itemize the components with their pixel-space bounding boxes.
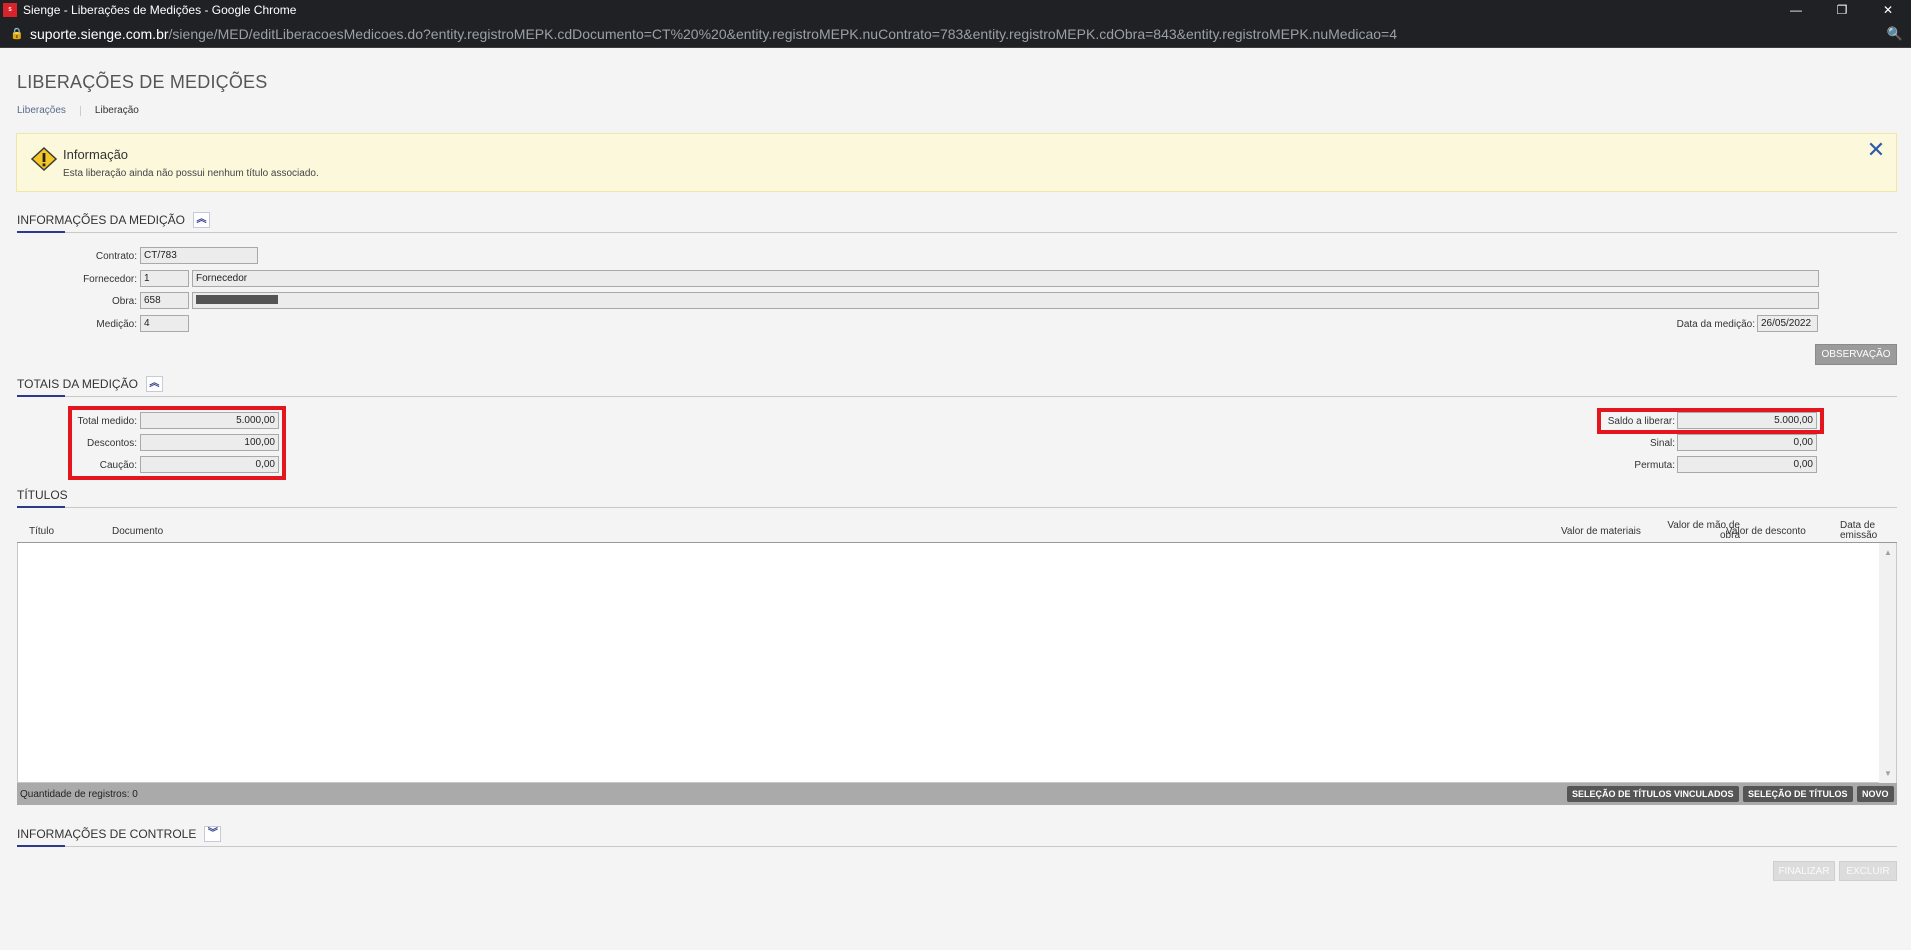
total-medido-field[interactable]: 5.000,00 (140, 412, 279, 429)
breadcrumb: Liberações Liberação (17, 105, 139, 116)
lock-icon: 🔒 (10, 28, 24, 40)
col-documento[interactable]: Documento (112, 527, 163, 537)
fornecedor-label: Fornecedor: (83, 274, 137, 285)
caucao-label: Caução: (99, 460, 137, 471)
titles-table-body[interactable]: ▲ ▼ (17, 543, 1897, 783)
window-title: Sienge - Liberações de Medições - Google… (23, 3, 297, 17)
col-data-emissao[interactable]: Data de emissão (1840, 521, 1877, 541)
total-medido-label: Total medido: (77, 416, 137, 427)
fornecedor-name-field[interactable]: Fornecedor (192, 270, 1819, 287)
alert-title: Informação (63, 147, 129, 162)
selecao-titulos-button[interactable]: SELEÇÃO DE TÍTULOS (1743, 786, 1853, 802)
section-divider (17, 506, 1897, 508)
fornecedor-code-field[interactable]: 1 (140, 270, 189, 287)
totals-section-title: TOTAIS DA MEDIÇÃO (17, 377, 138, 391)
finalizar-button[interactable]: FINALIZAR (1773, 861, 1835, 881)
descontos-label: Descontos: (86, 438, 137, 449)
url-text[interactable]: suporte.sienge.com.br/sienge/MED/editLib… (30, 26, 1397, 42)
col-valor-materiais[interactable]: Valor de materiais (1561, 527, 1641, 537)
url-host: suporte.sienge.com.br (30, 25, 169, 42)
obra-code-field[interactable]: 658 (140, 292, 189, 309)
sinal-label: Sinal: (1649, 438, 1675, 449)
titles-table-footer: Quantidade de registros: 0 SELEÇÃO DE TÍ… (17, 783, 1897, 805)
totals-section-header: TOTAIS DA MEDIÇÃO ︽ (17, 376, 163, 392)
permuta-label: Permuta: (1634, 460, 1675, 471)
saldo-field[interactable]: 5.000,00 (1677, 412, 1817, 429)
col-titulo[interactable]: Título (29, 527, 54, 537)
selecao-titulos-vinculados-button[interactable]: SELEÇÃO DE TÍTULOS VINCULADOS (1567, 786, 1739, 802)
close-window-button[interactable]: ✕ (1865, 0, 1911, 20)
expand-control-button[interactable]: ︾ (204, 826, 222, 842)
info-section-header: INFORMAÇÕES DA MEDIÇÃO ︽ (17, 212, 211, 228)
obra-name-field[interactable] (192, 292, 1819, 309)
browser-titlebar: S Sienge - Liberações de Medições - Goog… (0, 0, 1911, 20)
window-controls: — ❐ ✕ (1773, 0, 1911, 20)
titles-section-title: TÍTULOS (17, 488, 68, 502)
url-path: /sienge/MED/editLiberacoesMedicoes.do?en… (168, 25, 1398, 42)
contrato-label: Contrato: (95, 251, 137, 262)
sinal-field[interactable]: 0,00 (1677, 434, 1817, 451)
redacted-block (196, 294, 278, 304)
section-divider (17, 845, 1897, 847)
titles-section-header: TÍTULOS (17, 488, 68, 502)
novo-button[interactable]: NOVO (1857, 786, 1894, 802)
permuta-field[interactable]: 0,00 (1677, 456, 1817, 473)
col-data-emissao-line2: emissão (1840, 530, 1878, 541)
scroll-down-icon[interactable]: ▼ (1884, 769, 1892, 778)
data-medicao-label: Data da medição: (1676, 319, 1755, 330)
contrato-field[interactable]: CT/783 (140, 247, 258, 264)
restore-button[interactable]: ❐ (1819, 0, 1865, 20)
descontos-field[interactable]: 100,00 (140, 434, 279, 451)
medicao-field[interactable]: 4 (140, 315, 189, 332)
zoom-icon[interactable]: 🔍 (1887, 26, 1903, 42)
alert-text: Esta liberação ainda não possui nenhum t… (63, 168, 319, 179)
page-title: LIBERAÇÕES DE MEDIÇÕES (17, 72, 268, 92)
scroll-up-icon[interactable]: ▲ (1884, 548, 1892, 557)
excluir-button[interactable]: EXCLUIR (1839, 861, 1897, 881)
info-alert: Informação Esta liberação ainda não poss… (16, 133, 1897, 192)
info-section-title: INFORMAÇÕES DA MEDIÇÃO (17, 213, 186, 227)
saldo-label: Saldo a liberar: (1607, 416, 1675, 427)
record-count: Quantidade de registros: 0 (20, 789, 138, 800)
sienge-logo-icon: S (3, 3, 17, 17)
collapse-info-button[interactable]: ︽ (193, 212, 211, 228)
control-section-header: INFORMAÇÕES DE CONTROLE ︾ (17, 826, 222, 842)
collapse-totals-button[interactable]: ︽ (145, 376, 163, 392)
address-bar[interactable]: 🔒 suporte.sienge.com.br/sienge/MED/editL… (0, 20, 1911, 48)
breadcrumb-separator (79, 105, 81, 116)
titles-table-header: Título Documento Valor de materiais Valo… (17, 520, 1897, 543)
table-scrollbar[interactable]: ▲ ▼ (1879, 543, 1896, 783)
control-section-title: INFORMAÇÕES DE CONTROLE (17, 827, 197, 841)
observacao-button[interactable]: OBSERVAÇÃO (1815, 344, 1897, 365)
medicao-label: Medição: (96, 319, 137, 330)
obra-label: Obra: (111, 296, 137, 307)
caucao-field[interactable]: 0,00 (140, 456, 279, 473)
breadcrumb-link-liberacoes[interactable]: Liberações (17, 105, 66, 116)
col-valor-desconto[interactable]: Valor de desconto (1726, 527, 1806, 537)
section-divider (17, 231, 1897, 233)
section-divider (17, 395, 1897, 397)
breadcrumb-current: Liberação (94, 105, 139, 116)
close-icon[interactable]: ✕ (1866, 139, 1886, 161)
data-medicao-field[interactable]: 26/05/2022 (1757, 315, 1818, 332)
warning-icon (30, 146, 58, 172)
minimize-button[interactable]: — (1773, 0, 1819, 20)
